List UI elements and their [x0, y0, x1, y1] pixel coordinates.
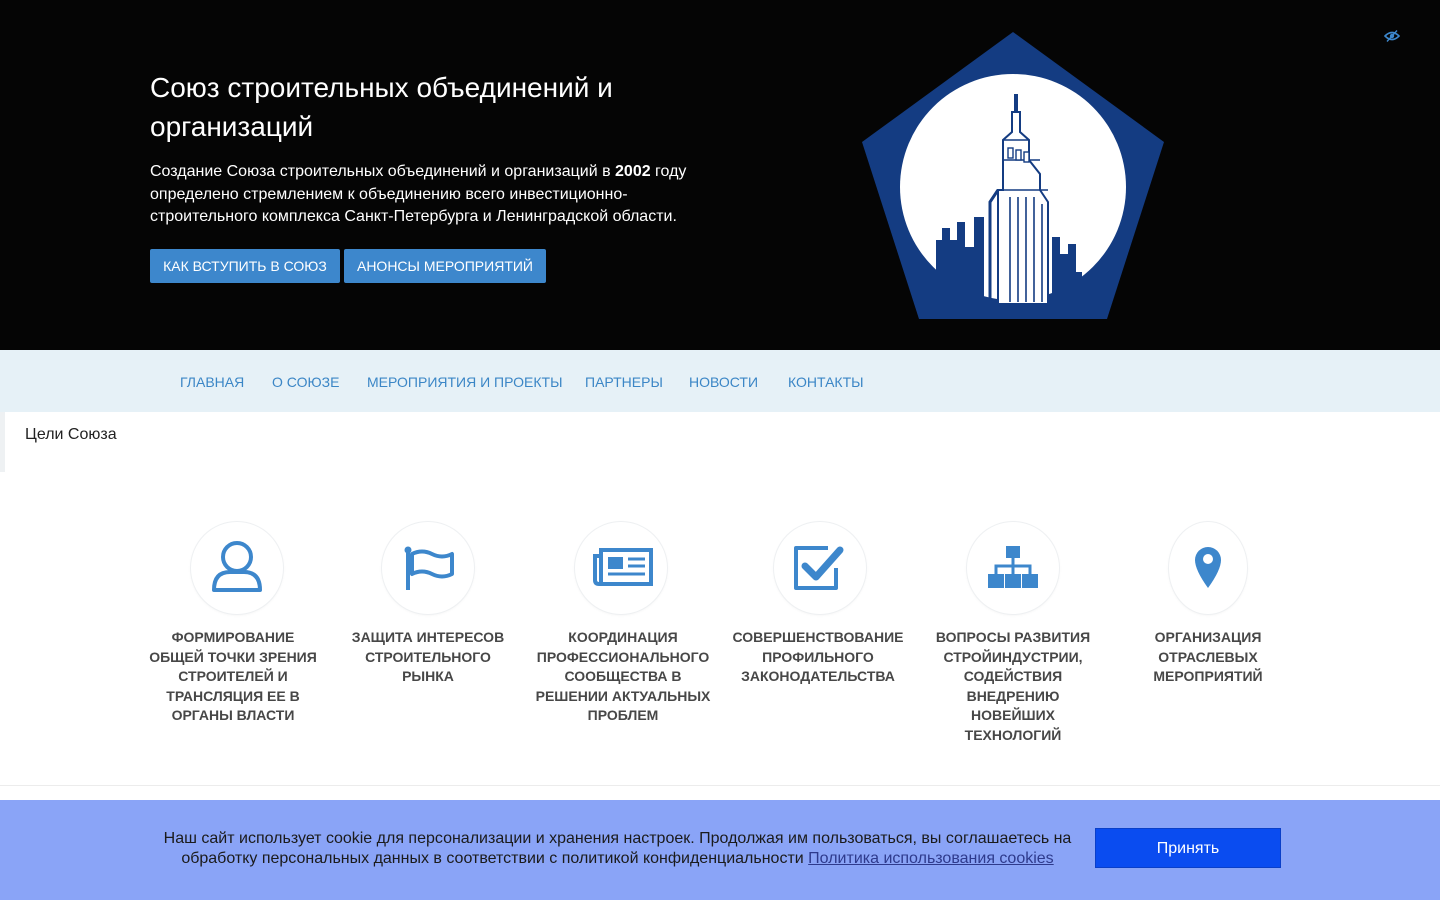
goals-header: Цели Союза [0, 412, 1440, 472]
flag-icon [404, 546, 454, 590]
hero-section: Союз строительных объединений и организа… [0, 0, 1440, 350]
nav-item-home[interactable]: ГЛАВНАЯ [180, 350, 244, 412]
goal-icon-circle [774, 522, 866, 614]
goal-label: Защита интересов строительного рынка [351, 629, 505, 684]
join-union-button[interactable]: КАК ВСТУПИТЬ В СОЮЗ [150, 249, 340, 283]
nav-item-contacts[interactable]: КОНТАКТЫ [788, 350, 864, 412]
goal-label: Координация профессионального сообщества… [535, 629, 711, 723]
goal-label: Организация отраслевых мероприятий [1153, 629, 1263, 684]
goal-icon-circle [191, 522, 283, 614]
cookie-accept-button[interactable]: Принять [1095, 828, 1281, 868]
hero-description: Создание Союза строительных объединений … [150, 161, 710, 229]
events-announcements-button[interactable]: АНОНСЫ МЕРОПРИЯТИЙ [344, 249, 546, 283]
eye-icon[interactable] [1384, 29, 1400, 43]
goal-label: Вопросы развития стройиндустрии, содейст… [935, 629, 1091, 743]
goal-label: Совершенствование профильного законодате… [732, 629, 904, 684]
goals-title: Цели Союза [25, 426, 117, 443]
main-navigation: ГЛАВНАЯ О СОЮЗЕ МЕРОПРИЯТИЯ И ПРОЕКТЫ ПА… [0, 350, 1440, 412]
cookie-notice: Наш сайт использует cookie для персонали… [150, 829, 1085, 868]
goal-label: Формирование общей точки зрения строител… [149, 629, 317, 723]
goal-icon-circle [1169, 522, 1247, 614]
nav-item-events-projects[interactable]: МЕРОПРИЯТИЯ И ПРОЕКТЫ [367, 350, 562, 412]
hero-year: 2002 [615, 163, 651, 180]
nav-item-about[interactable]: О СОЮЗЕ [272, 350, 339, 412]
sitemap-icon [988, 546, 1038, 588]
nav-item-news[interactable]: НОВОСТИ [689, 350, 758, 412]
nav-item-partners[interactable]: ПАРТНЕРЫ [585, 350, 663, 412]
goal-icon-circle [967, 522, 1059, 614]
checkbox-icon [794, 546, 844, 590]
section-divider [0, 785, 1440, 786]
hero-title: Союз строительных объединений и организа… [150, 72, 613, 142]
goal-icon-circle [382, 522, 474, 614]
cookie-banner: Наш сайт использует cookie для персонали… [0, 800, 1440, 900]
map-marker-icon [1195, 547, 1221, 588]
newspaper-icon [593, 548, 653, 586]
hero-text-before: Создание Союза строительных объединений … [150, 163, 616, 180]
building-pentagon-logo [862, 32, 1164, 319]
cookie-policy-link[interactable]: Политика использования cookies [808, 850, 1054, 867]
user-icon [212, 541, 262, 592]
goal-icon-circle [575, 522, 667, 614]
